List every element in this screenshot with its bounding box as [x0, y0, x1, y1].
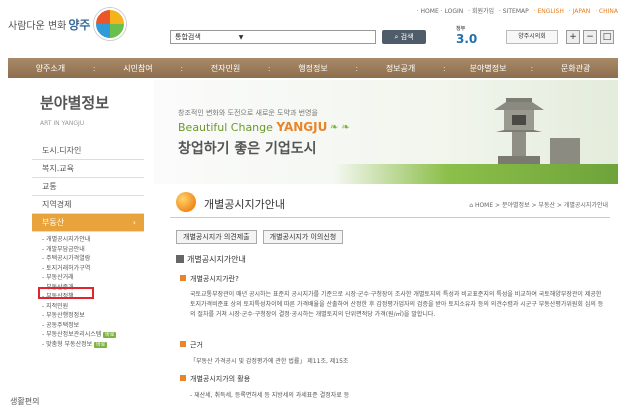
toplink-join[interactable]: · 회원가입 — [468, 8, 494, 15]
submenu-item[interactable]: - 부동산정보관리시스템 바로 — [42, 330, 144, 340]
top-utility-links: · HOME · LOGIN · 회원가입 · SITEMAP · ENGLIS… — [414, 6, 618, 15]
submenu-item[interactable]: - 맞춤형 부동산정보 바로 — [42, 340, 144, 350]
zoom-out-button[interactable]: − — [583, 30, 597, 44]
banner-headline: 창업하기 좋은 기업도시 — [178, 141, 317, 157]
search-button-label: 검색 — [400, 33, 414, 41]
tab-objection[interactable]: 개별공시지가 이의신청 — [262, 230, 344, 244]
submenu-item-real-estate-transaction[interactable]: - 부동산거래 — [42, 273, 144, 283]
window-button[interactable]: □ — [600, 30, 614, 44]
sidebar-item-traffic[interactable]: 교통 — [32, 178, 144, 196]
plus-icon: + — [569, 32, 577, 42]
nav-item-about[interactable]: 양주소개 — [8, 63, 93, 74]
search-scope-select[interactable]: 통합검색 ▼ — [170, 30, 376, 44]
toplink-english[interactable]: · ENGLISH — [534, 8, 564, 15]
tab-opinion-submit[interactable]: 개별공시지가 의견제출 — [176, 230, 257, 244]
submenu-item[interactable]: - 주택공시가격열람 — [42, 254, 144, 264]
main-navigation: 양주소개 : 시민참여 : 전자민원 : 행정정보 : 정보공개 : 분야별정보… — [8, 58, 618, 78]
breadcrumb[interactable]: ⌂ HOME > 분야별정보 > 부동산 > 개별공시지가안내 — [469, 200, 608, 209]
submenu-item[interactable]: - 부동산행정정보 — [42, 311, 144, 321]
toplink-sitemap[interactable]: · SITEMAP — [499, 8, 529, 15]
bullet-icon — [180, 275, 186, 281]
subsection-heading: 개별공시지가란? — [180, 274, 239, 284]
council-label: 양주시의회 — [518, 33, 546, 40]
search-button[interactable]: ⌕ 검색 — [382, 30, 426, 44]
site-logo[interactable]: 사람다운 변화 양주 — [8, 8, 127, 40]
usage-text: - 재산세, 취득세, 등록면허세 등 지방세의 과세표준 결정자료 등 — [190, 392, 350, 399]
page-title: 개별공시지가안내 — [204, 198, 285, 211]
section-title: 개별공시지가안내 — [176, 254, 246, 265]
submenu-item[interactable]: - 지적민원 — [42, 302, 144, 312]
dropdown-arrow-icon: ▼ — [238, 34, 244, 41]
nav-item-civil-service[interactable]: 전자민원 — [183, 63, 268, 74]
grass-decoration — [334, 164, 618, 184]
sidebar-item-real-estate-label: 부동산 — [42, 218, 65, 227]
banner-slogan: 창조적인 변화와 도전으로 새로운 도약과 번영을 — [178, 109, 318, 117]
submenu-item[interactable]: - 개발부담금안내 — [42, 245, 144, 255]
search-scope-value: 통합검색 — [175, 33, 201, 41]
search-bar: 통합검색 ▼ ⌕ 검색 — [170, 30, 426, 44]
shortcut-badge: 바로 — [94, 341, 108, 348]
banner-city: YANGJU — [276, 120, 328, 134]
submenu-item[interactable]: - 공동주택정보 — [42, 321, 144, 331]
hero-banner: 창조적인 변화와 도전으로 새로운 도약과 번영을 Beautiful Chan… — [154, 80, 618, 184]
nav-item-culture-tourism[interactable]: 문화관광 — [533, 63, 618, 74]
sidebar-item-welfare-education[interactable]: 복지.교육 — [32, 160, 144, 178]
government-3-0-main: 3.0 — [456, 32, 478, 46]
nav-item-disclosure[interactable]: 정보공개 — [358, 63, 443, 74]
submenu-item[interactable]: - 개별공시지가안내 — [42, 235, 144, 245]
chevron-right-icon: › — [132, 218, 136, 227]
search-icon: ⌕ — [394, 33, 399, 41]
nav-item-field-info[interactable]: 분야별정보 — [446, 63, 531, 74]
toplink-home-login[interactable]: · HOME · LOGIN — [417, 8, 464, 15]
toplink-china[interactable]: · CHINA — [595, 8, 618, 15]
banner-english-slogan: Beautiful Change YANGJU — [178, 120, 328, 134]
sidebar-menu: 도시.디자인 복지.교육 교통 지역경제 부동산 › - 개별공시지가안내 - … — [32, 142, 144, 351]
nav-item-administration[interactable]: 행정정보 — [271, 63, 356, 74]
sidebar-subtitle: ART IN YANGJU — [40, 120, 85, 127]
window-icon: □ — [602, 32, 612, 42]
submenu-item[interactable]: - 토지거래허가구역 — [42, 264, 144, 274]
sidebar-item-urban-design[interactable]: 도시.디자인 — [32, 142, 144, 160]
annotation-highlight-box — [38, 287, 94, 299]
sidebar: 분야별정보 ART IN YANGJU 도시.디자인 복지.교육 교통 지역경제… — [32, 78, 144, 412]
bullet-icon — [180, 341, 186, 347]
subsection-heading: 근거 — [180, 340, 203, 350]
government-3-0-logo[interactable]: 정부 3.0 — [456, 26, 500, 46]
definition-paragraph: 국토교통부장관이 매년 공시하는 표준지 공시지가를 기준으로 시장·군수·구청… — [190, 291, 604, 318]
bullet-icon — [180, 375, 186, 381]
logo-city-name: 양주 — [68, 17, 91, 32]
sidebar-item-local-economy[interactable]: 지역경제 — [32, 196, 144, 214]
square-bullet-icon — [176, 255, 184, 263]
page-header: 개별공시지가안내 ⌂ HOME > 분야별정보 > 부동산 > 개별공시지가안내 — [170, 188, 610, 218]
city-council-button[interactable]: 양주시의회 — [506, 30, 558, 44]
legal-basis-text: 「부동산 가격공시 및 감정평가에 관한 법률」 제11조, 제15조 — [190, 358, 349, 365]
zoom-in-button[interactable]: + — [566, 30, 580, 44]
logo-slogan: 사람다운 변화 — [8, 20, 67, 32]
content-tabs: 개별공시지가 의견제출 개별공시지가 이의신청 — [176, 230, 349, 244]
minus-icon: − — [586, 32, 594, 42]
sidebar-item-real-estate[interactable]: 부동산 › — [32, 214, 144, 232]
sidebar-item-living[interactable]: 생활편의 — [10, 396, 39, 407]
subsection-heading: 개별공시지가의 활용 — [180, 374, 250, 384]
nav-item-participation[interactable]: 시민참여 — [96, 63, 181, 74]
sidebar-title: 분야별정보 — [40, 94, 110, 112]
toplink-japan[interactable]: · JAPAN — [569, 8, 590, 15]
orange-circle-icon — [176, 192, 196, 212]
site-header: 사람다운 변화 양주 · HOME · LOGIN · 회원가입 · SITEMA… — [0, 0, 626, 58]
logo-emblem-icon — [94, 8, 127, 40]
leaf-icon: ❧ ❧ — [330, 122, 350, 133]
shortcut-badge: 바로 — [103, 332, 117, 338]
